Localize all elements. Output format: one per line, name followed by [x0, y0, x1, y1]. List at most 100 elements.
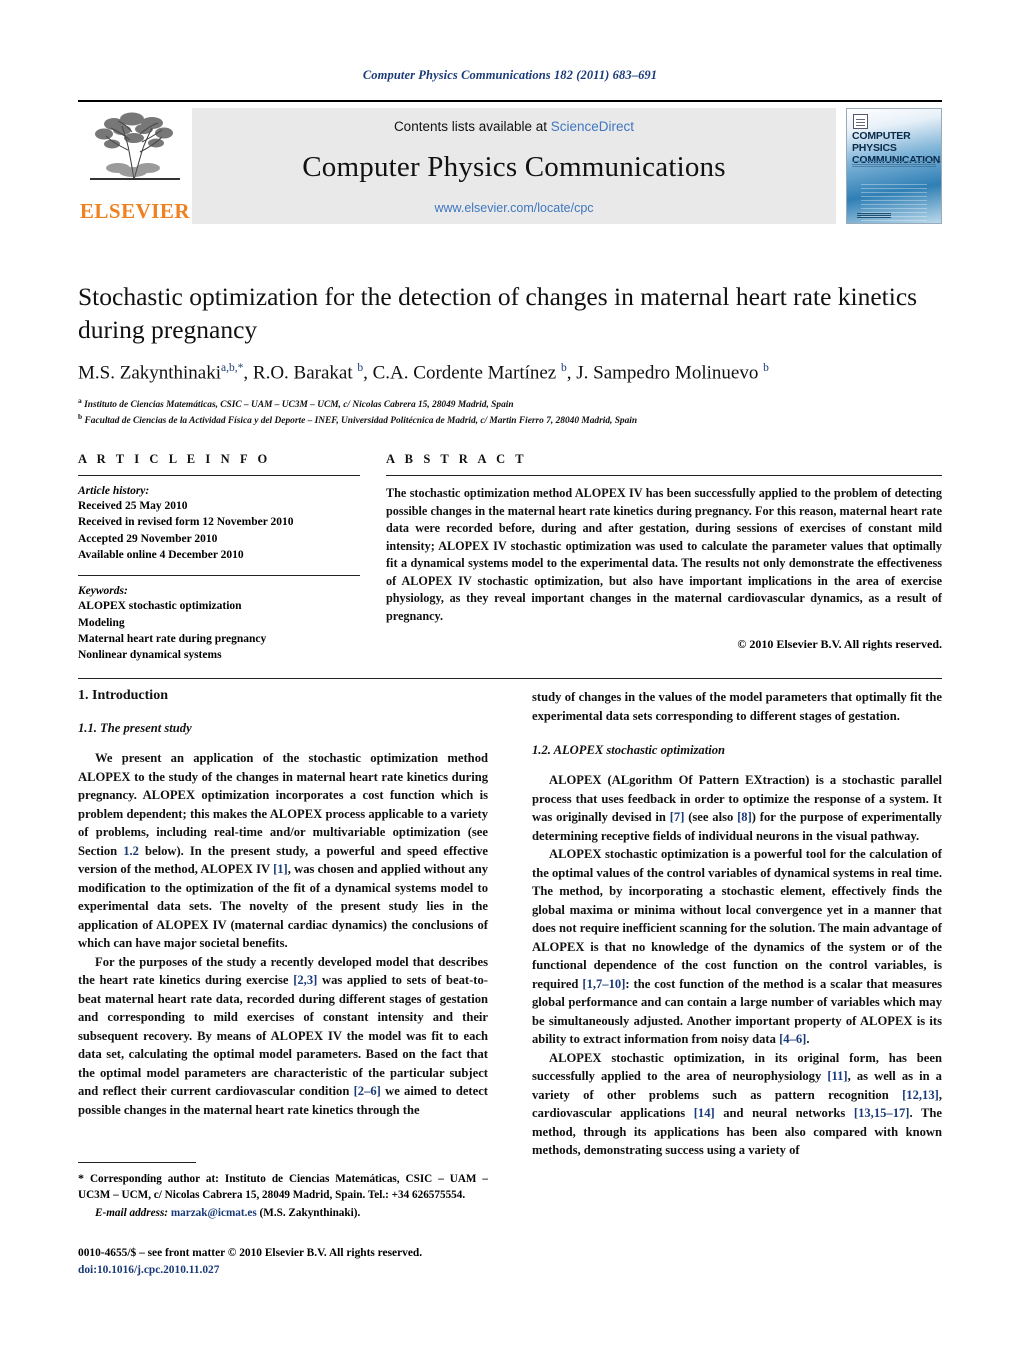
keyword-item: ALOPEX stochastic optimization: [78, 600, 242, 613]
body-column-gap: [488, 688, 532, 1160]
paragraph-right-0: study of changes in the values of the mo…: [532, 690, 942, 723]
journal-url-link[interactable]: www.elsevier.com/locate/cpc: [434, 201, 593, 215]
citation-reference[interactable]: [1]: [273, 862, 288, 876]
keyword-item: Nonlinear dynamical systems: [78, 649, 222, 662]
abstract-heading: A B S T R A C T: [386, 452, 528, 466]
paragraph-right-3: ALOPEX stochastic optimization, in its o…: [532, 1049, 942, 1160]
abstract-divider: [386, 475, 942, 476]
footnote-divider: [78, 1162, 196, 1163]
article-history-item: Received in revised form 12 November 201…: [78, 516, 294, 529]
author-name: J. Sampedro Molinuevo: [576, 362, 759, 384]
article-info-column: A R T I C L E I N F O Article history: R…: [78, 452, 360, 664]
section-cross-reference[interactable]: 1.2: [123, 844, 139, 858]
affiliation-text: Facultad de Ciencias de la Actividad Fís…: [84, 416, 638, 427]
author-marks: b: [561, 362, 567, 375]
journal-masthead: ELSEVIER Contents lists available at Sci…: [78, 100, 942, 224]
elsevier-tree-icon: [90, 112, 180, 181]
citation-reference[interactable]: [1,7–10]: [582, 977, 625, 991]
body-columns: 1. Introduction 1.1. The present study W…: [78, 688, 942, 1160]
title-block: Stochastic optimization for the detectio…: [78, 280, 942, 429]
elsevier-wordmark: ELSEVIER: [79, 199, 191, 223]
keywords-title: Keywords:: [78, 585, 128, 598]
cover-divider: [852, 161, 936, 162]
keywords-block: Keywords: ALOPEX stochastic optimization…: [78, 575, 360, 663]
article-history-title: Article history:: [78, 485, 150, 497]
footnote-email-line: E-mail address: marzak@icmat.es (M.S. Za…: [78, 1205, 488, 1221]
email-link[interactable]: marzak@icmat.es: [171, 1207, 257, 1219]
footnote-text: * Corresponding author at: Instituto de …: [78, 1170, 488, 1204]
citation-reference[interactable]: [13,15–17]: [854, 1106, 910, 1120]
elsevier-logo: ELSEVIER: [78, 108, 192, 224]
contents-available-line: Contents lists available at ScienceDirec…: [394, 119, 634, 134]
citation-reference[interactable]: [8]: [737, 810, 752, 824]
author-list: M.S. Zakynthinakia,b,*, R.O. Barakat b, …: [78, 362, 769, 384]
paper-page: Computer Physics Communications 182 (201…: [0, 0, 1020, 1351]
left-column: 1. Introduction 1.1. The present study W…: [78, 688, 488, 1160]
text-run: Corresponding author at: Instituto de Ci…: [78, 1173, 488, 1202]
cover-footer-lines: [857, 213, 891, 218]
page-title: Stochastic optimization for the detectio…: [78, 282, 918, 345]
email-owner: (M.S. Zakynthinaki).: [259, 1206, 361, 1219]
affiliation-list: a Instituto de Ciencias Matemáticas, CSI…: [78, 396, 942, 430]
author-marks: a,b,*: [221, 362, 244, 375]
author-name: R.O. Barakat: [252, 362, 353, 384]
abstract-copyright: © 2010 Elsevier B.V. All rights reserved…: [737, 636, 942, 651]
affiliation-item: a Instituto de Ciencias Matemáticas, CSI…: [78, 396, 942, 413]
citation-reference[interactable]: [12,13]: [902, 1088, 939, 1102]
citation-reference[interactable]: [4–6]: [779, 1032, 806, 1046]
abstract-text: The stochastic optimization method ALOPE…: [386, 486, 942, 623]
paragraph-left-1: We present an application of the stochas…: [78, 749, 488, 953]
text-run: was applied to sets of beat-to-beat mate…: [78, 973, 488, 1098]
paragraph-left-2: For the purposes of the study a recently…: [78, 953, 488, 1120]
subsection-heading-alopex: 1.2. ALOPEX stochastic optimization: [532, 743, 726, 757]
author-name: M.S. Zakynthinaki: [78, 362, 222, 384]
issn-line: 0010-4655/$ – see front matter © 2010 El…: [78, 1247, 423, 1259]
abstract-column: A B S T R A C T The stochastic optimizat…: [386, 452, 942, 664]
email-label: E-mail address:: [95, 1206, 169, 1219]
affiliation-mark: a: [78, 395, 82, 405]
info-abstract-bottom-divider: [78, 677, 942, 679]
text-run: We present an application of the stochas…: [78, 751, 488, 858]
info-abstract-block: A R T I C L E I N F O Article history: R…: [78, 452, 942, 679]
text-run: (see also: [684, 810, 738, 824]
citation-reference[interactable]: [14]: [694, 1106, 715, 1120]
article-history-item: Available online 4 December 2010: [78, 548, 244, 561]
article-history-item: Received 25 May 2010: [78, 500, 188, 512]
contents-prefix: Contents lists available at: [393, 119, 551, 134]
sciencedirect-link[interactable]: ScienceDirect: [551, 119, 634, 134]
article-info-divider: [78, 475, 360, 476]
affiliation-mark: b: [78, 412, 83, 422]
doi-link[interactable]: doi:10.1016/j.cpc.2010.11.027: [78, 1264, 219, 1276]
subsection-heading-present-study: 1.1. The present study: [78, 721, 192, 735]
corresponding-author-footnote: * Corresponding author at: Instituto de …: [78, 1162, 488, 1221]
masthead-center: Contents lists available at ScienceDirec…: [192, 108, 836, 224]
affiliation-text: Instituto de Ciencias Matemáticas, CSIC …: [84, 399, 514, 410]
column-gap: [360, 452, 386, 664]
section-heading-introduction: 1. Introduction: [78, 688, 168, 703]
author-marks: b: [357, 362, 364, 375]
article-info-heading: A R T I C L E I N F O: [78, 452, 271, 466]
text-run: .: [806, 1032, 810, 1046]
text-run: ALOPEX stochastic optimization is a powe…: [532, 847, 942, 991]
keyword-item: Modeling: [78, 616, 125, 629]
citation-reference[interactable]: [2–6]: [354, 1084, 381, 1098]
author-marks: b: [763, 362, 769, 375]
cover-subtitle-lines: [852, 163, 936, 167]
citation-reference[interactable]: [11]: [827, 1069, 847, 1083]
paragraph-right-2: ALOPEX stochastic optimization is a powe…: [532, 845, 942, 1049]
article-history-item: Accepted 29 November 2010: [78, 532, 218, 545]
keyword-item: Maternal heart rate during pregnancy: [78, 632, 267, 645]
text-run: and neural networks: [714, 1106, 854, 1120]
journal-cover-thumbnail[interactable]: COMPUTER PHYSICS COMMUNICATIONS: [846, 108, 942, 224]
citation-reference[interactable]: [7]: [670, 810, 685, 824]
author-name: C.A. Cordente Martínez: [372, 362, 557, 384]
affiliation-item: b Facultad de Ciencias de la Actividad F…: [78, 412, 942, 429]
right-column: study of changes in the values of the mo…: [532, 688, 942, 1160]
paragraph-right-1: ALOPEX (ALgorithm Of Pattern EXtraction)…: [532, 771, 942, 845]
cover-publisher-mark-icon: [853, 114, 868, 129]
issn-copyright-block: 0010-4655/$ – see front matter © 2010 El…: [78, 1245, 498, 1279]
citation-reference[interactable]: [2,3]: [293, 973, 317, 987]
running-head: Computer Physics Communications 182 (201…: [362, 68, 658, 82]
journal-title: Computer Physics Communications: [302, 151, 726, 183]
